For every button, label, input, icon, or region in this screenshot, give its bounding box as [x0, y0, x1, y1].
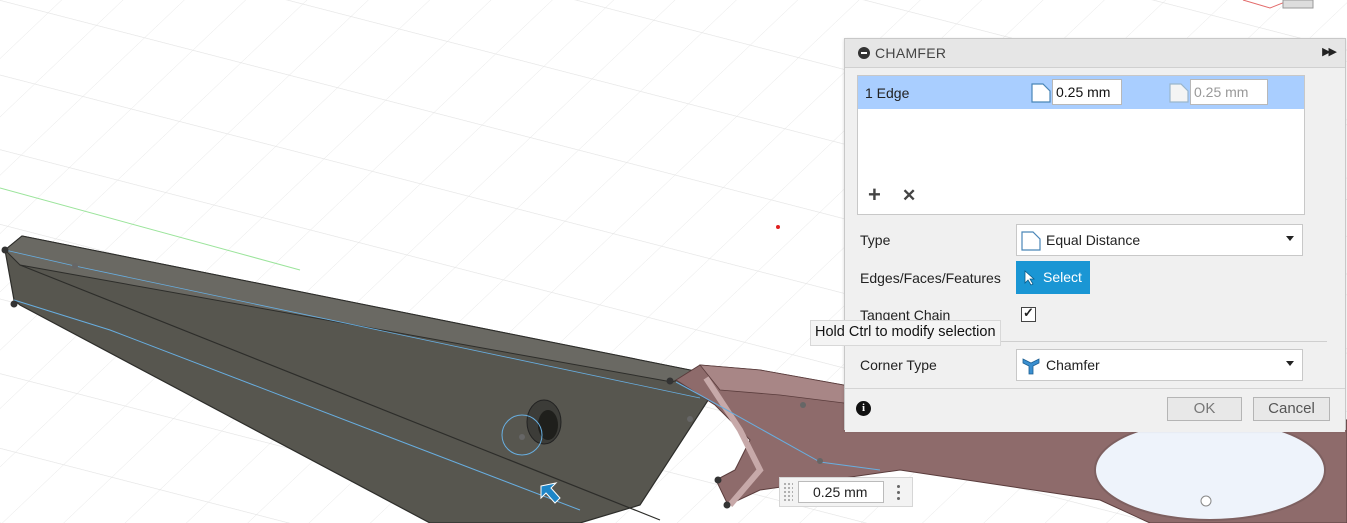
cancel-button[interactable]: Cancel: [1253, 397, 1330, 421]
dimension-input[interactable]: 0.25 mm: [798, 481, 884, 503]
chamfer-dialog: CHAMFER ▶▶ 1 Edge 0.25 mm 0.25 mm + ✕ Ty…: [844, 38, 1346, 432]
dialog-header: CHAMFER ▶▶: [845, 39, 1345, 68]
expand-icon[interactable]: ▶▶: [1322, 45, 1337, 58]
edges-faces-features-label: Edges/Faces/Features: [860, 270, 1001, 286]
edge-selection-list[interactable]: 1 Edge 0.25 mm 0.25 mm + ✕: [857, 75, 1305, 215]
cursor-icon: [1024, 270, 1036, 286]
distance-2-input: 0.25 mm: [1190, 79, 1268, 105]
origin-point: [776, 225, 780, 229]
type-value: Equal Distance: [1046, 232, 1141, 248]
tangent-chain-checkbox[interactable]: ✓: [1021, 305, 1036, 322]
ok-button[interactable]: OK: [1167, 397, 1242, 421]
select-button[interactable]: Select: [1016, 261, 1090, 294]
remove-icon[interactable]: ✕: [902, 186, 916, 206]
dialog-footer: i OK Cancel: [845, 388, 1345, 432]
check-icon: ✓: [1023, 305, 1034, 320]
type-label: Type: [860, 232, 891, 248]
type-dropdown[interactable]: Equal Distance: [1016, 224, 1303, 256]
tooltip: Hold Ctrl to modify selection: [810, 320, 1001, 346]
handle-loop: [1094, 419, 1326, 521]
chevron-down-icon: [1286, 361, 1294, 366]
corner-type-dropdown[interactable]: Chamfer: [1016, 349, 1303, 381]
corner-chamfer-icon: [1022, 358, 1040, 375]
dimension-manipulator[interactable]: 0.25 mm: [779, 477, 913, 507]
drag-grip-icon[interactable]: [783, 482, 793, 502]
chamfer-distance-icon: [1021, 231, 1041, 251]
info-icon[interactable]: i: [856, 401, 871, 416]
select-button-label: Select: [1043, 269, 1082, 285]
corner-type-value: Chamfer: [1046, 357, 1100, 373]
edge-row-label: 1 Edge: [865, 85, 910, 101]
chevron-down-icon: [1286, 236, 1294, 241]
chamfer-distance-icon: [1169, 83, 1189, 103]
edge-row[interactable]: 1 Edge 0.25 mm 0.25 mm: [858, 76, 1304, 109]
collapse-icon[interactable]: [858, 47, 870, 59]
kebab-menu-icon[interactable]: [897, 483, 901, 503]
chamfer-distance-icon: [1031, 83, 1051, 103]
dialog-title: CHAMFER: [875, 45, 947, 61]
distance-input[interactable]: 0.25 mm: [1052, 79, 1122, 105]
corner-type-label: Corner Type: [860, 357, 937, 373]
add-icon[interactable]: +: [868, 184, 881, 206]
